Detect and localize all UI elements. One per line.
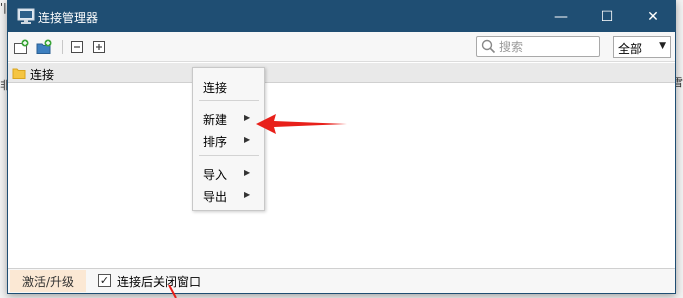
background-text-fragment: '| [0, 1, 7, 14]
new-folder-icon[interactable] [36, 39, 52, 55]
minimize-icon: — [554, 8, 568, 25]
submenu-arrow-icon: ▶ [244, 135, 251, 144]
menu-item-label: 导出 [203, 190, 228, 204]
menu-item-label: 新建 [203, 113, 228, 127]
close-icon: ✕ [647, 8, 659, 25]
menu-item-export[interactable]: 导出 ▶ [193, 185, 264, 205]
submenu-arrow-icon: ▶ [244, 168, 251, 177]
activate-upgrade-button[interactable]: 激活/升级 [10, 270, 86, 292]
maximize-icon: ☐ [600, 8, 614, 25]
connection-manager-window: 连接管理器 — ☐ ✕ 搜索 全部 ▼ 连接 激活/升级 ✓ 连接后关闭窗口 [7, 0, 676, 294]
expand-all-icon[interactable] [91, 39, 107, 55]
monitor-icon [17, 8, 35, 24]
minimize-button[interactable]: — [538, 1, 584, 32]
title-bar[interactable]: 连接管理器 — ☐ ✕ [8, 1, 675, 32]
new-connection-icon[interactable] [13, 39, 29, 55]
close-button[interactable]: ✕ [630, 1, 676, 32]
menu-item-import[interactable]: 导入 ▶ [193, 163, 264, 183]
search-icon [481, 39, 496, 54]
connection-list-area[interactable] [8, 83, 675, 268]
maximize-button[interactable]: ☐ [584, 1, 630, 32]
close-after-connect-label[interactable]: 连接后关闭窗口 [117, 273, 201, 290]
tree-root-item[interactable]: 连接 [8, 63, 675, 83]
menu-item-label: 连接 [203, 81, 228, 95]
toolbar: 全部 ▼ [8, 32, 675, 62]
tree-root-label: 连接 [30, 68, 55, 82]
search-box[interactable] [476, 36, 600, 57]
menu-item-label: 排序 [203, 135, 228, 149]
toolbar-separator [62, 40, 63, 54]
window-title: 连接管理器 [38, 11, 99, 25]
menu-separator [199, 100, 259, 101]
filter-selected-value: 全部 [618, 42, 643, 56]
red-annotation-arrow-icon [256, 114, 347, 134]
menu-item-label: 导入 [203, 168, 228, 182]
close-after-connect-checkbox[interactable]: ✓ [98, 274, 111, 287]
checkmark-icon: ✓ [99, 274, 110, 287]
context-menu: 连接 新建 ▶ 排序 ▶ 导入 ▶ 导出 ▶ [192, 67, 265, 211]
menu-item-connect[interactable]: 连接 [193, 76, 264, 96]
chevron-down-icon: ▼ [659, 41, 666, 51]
collapse-all-icon[interactable] [69, 39, 85, 55]
filter-dropdown[interactable]: 全部 ▼ [613, 36, 671, 58]
submenu-arrow-icon: ▶ [244, 113, 251, 122]
search-input[interactable] [499, 38, 595, 55]
status-bar: 激活/升级 ✓ 连接后关闭窗口 [8, 268, 675, 293]
submenu-arrow-icon: ▶ [244, 190, 251, 199]
folder-icon [12, 68, 26, 79]
red-annotation-mark-icon [168, 285, 177, 298]
menu-separator [199, 155, 259, 156]
